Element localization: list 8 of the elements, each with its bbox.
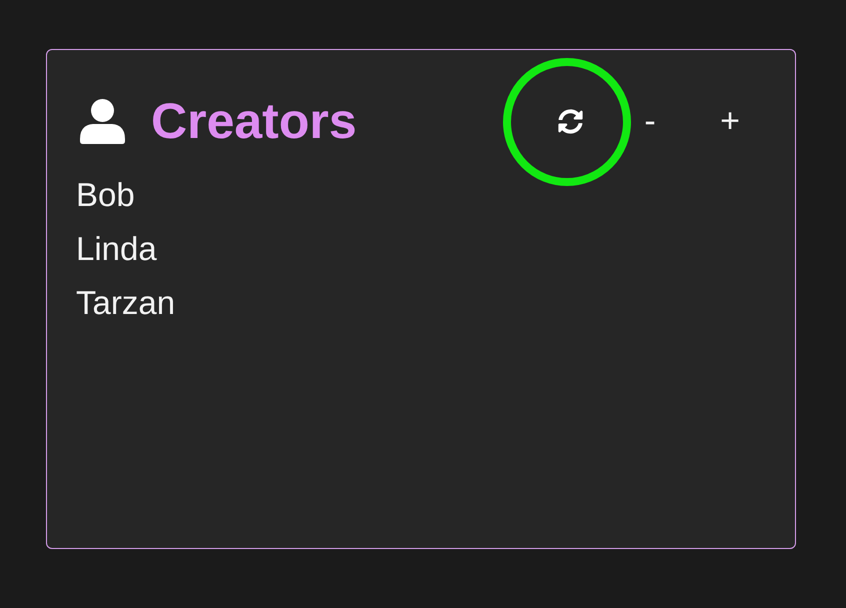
creator-name: Linda — [76, 229, 157, 269]
text-button[interactable]: - — [610, 86, 690, 156]
panel-title: Creators — [151, 96, 357, 146]
creator-name: Tarzan — [76, 283, 176, 323]
creator-name: Bob — [76, 175, 135, 215]
text-button[interactable]: + — [690, 86, 770, 156]
person-icon — [80, 98, 125, 144]
refresh-icon — [558, 108, 582, 134]
